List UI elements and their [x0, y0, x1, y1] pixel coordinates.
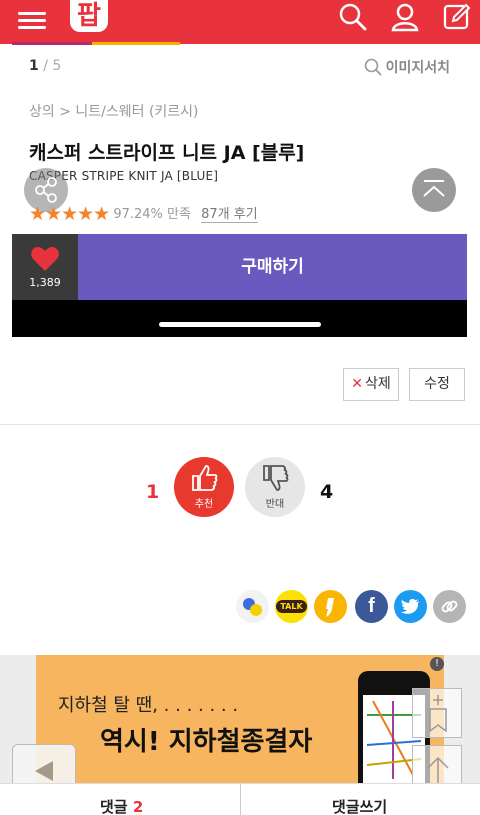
magnifier-icon	[364, 58, 382, 76]
band-icon	[243, 598, 262, 616]
user-icon[interactable]	[390, 2, 420, 32]
header-accent-yellow	[92, 42, 180, 45]
share-band-button[interactable]	[236, 590, 269, 623]
facebook-icon: f	[368, 595, 375, 617]
link-icon	[441, 600, 458, 613]
upvote-label: 추천	[194, 499, 214, 510]
downvote-count: 4	[320, 481, 334, 503]
scroll-top-button[interactable]	[412, 168, 456, 212]
delete-button[interactable]: ✕ 삭제	[343, 368, 399, 401]
header-accent-red	[12, 42, 92, 45]
twitter-icon	[401, 599, 419, 614]
rating-stars: ★★★★★	[29, 203, 110, 225]
breadcrumb[interactable]: 상의 > 니트/스웨터 (키르시)	[29, 101, 199, 121]
ad-banner-line1: 지하철 탈 땐, . . . . . . .	[58, 695, 239, 716]
copy-link-button[interactable]	[433, 590, 466, 623]
tab-comments[interactable]: 댓글 2	[100, 796, 143, 815]
product-rating: ★★★★★ 97.24% 만족 87개 후기	[29, 203, 258, 225]
chevron-up-icon	[423, 180, 445, 197]
pager-total: 5	[52, 58, 62, 74]
tab-write-comment[interactable]: 댓글쓰기	[332, 796, 387, 815]
heart-icon	[31, 247, 59, 271]
tab-separator	[240, 784, 241, 815]
comments-count: 2	[132, 798, 144, 815]
ad-banner-line2: 역시! 지하철종결자	[100, 727, 313, 757]
edit-button[interactable]: 수정	[409, 368, 465, 401]
buy-bar: 1,389 구매하기	[12, 234, 467, 300]
thumbs-up-icon	[192, 465, 218, 491]
delete-label: 삭제	[364, 376, 391, 392]
kakaostory-icon	[326, 598, 334, 617]
thumbs-down-icon	[263, 465, 289, 491]
site-logo[interactable]: 팝	[70, 0, 108, 32]
pager-current: 1	[29, 58, 39, 74]
downvote-label: 반대	[265, 499, 285, 510]
review-link[interactable]: 87개 후기	[201, 207, 258, 223]
top-header: 팝	[0, 0, 480, 44]
image-search-label: 이미지서치	[385, 60, 450, 76]
share-kakaotalk-button[interactable]: TALK	[275, 590, 308, 623]
like-count: 1,389	[29, 276, 61, 289]
satisfaction-text: 97.24% 만족	[113, 207, 191, 222]
upvote-button[interactable]: 추천	[174, 457, 234, 517]
menu-icon[interactable]	[18, 8, 46, 30]
bookmark-add-button[interactable]	[412, 688, 462, 738]
tab-comments-label: 댓글	[100, 798, 128, 815]
search-icon[interactable]	[338, 2, 368, 32]
section-divider	[0, 424, 480, 425]
close-icon: ✕	[351, 376, 363, 392]
kakaotalk-icon: TALK	[276, 600, 307, 613]
like-button[interactable]: 1,389	[12, 234, 78, 300]
ad-info-badge[interactable]: !	[430, 657, 444, 671]
image-search-button[interactable]: 이미지서치	[364, 57, 450, 77]
bottom-tab-bar: 댓글 2 댓글쓰기	[0, 783, 480, 815]
downvote-button[interactable]: 반대	[245, 457, 305, 517]
share-kakaostory-button[interactable]	[314, 590, 347, 623]
image-pager: 1 / 5	[29, 58, 61, 74]
buy-button[interactable]: 구매하기	[78, 234, 467, 300]
share-facebook-button[interactable]: f	[355, 590, 388, 623]
bookmark-plus-icon	[429, 695, 447, 733]
home-indicator-bar	[12, 300, 467, 337]
share-twitter-button[interactable]	[394, 590, 427, 623]
upvote-count: 1	[146, 481, 160, 503]
page: 팝 1 / 5 이미지서치 상의 > 니트/스웨터 (키르시) 캐스퍼 스트라이…	[0, 0, 480, 815]
pager-separator: /	[38, 58, 53, 74]
edit-icon[interactable]	[442, 2, 472, 32]
ad-banner[interactable]: 지하철 탈 땐, . . . . . . . 역시! 지하철종결자	[36, 655, 444, 783]
product-title: 캐스퍼 스트라이프 니트 JA [블루]	[29, 142, 305, 164]
home-indicator	[159, 322, 321, 327]
